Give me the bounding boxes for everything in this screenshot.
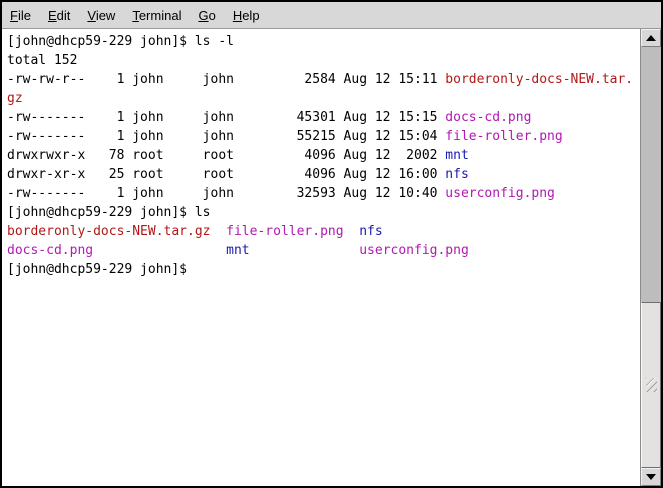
terminal-line: [john@dhcp59-229 john]$ ls	[7, 203, 640, 222]
terminal-text: -rw------- 1 john john 32593 Aug 12 10:4…	[7, 186, 445, 201]
filename-magenta: docs-cd.png	[7, 243, 93, 258]
terminal-line: borderonly-docs-NEW.tar.gz file-roller.p…	[7, 222, 640, 241]
scroll-up-arrow-icon	[646, 35, 656, 41]
menu-file[interactable]: File	[10, 8, 31, 23]
terminal-text	[250, 243, 360, 258]
menu-go[interactable]: Go	[198, 8, 215, 23]
filename-red: borderonly-docs-NEW.tar.	[445, 72, 633, 87]
menu-view[interactable]: View	[87, 8, 115, 23]
terminal-window: File Edit View Terminal Go Help [john@dh…	[0, 0, 663, 488]
terminal-line: drwxrwxr-x 78 root root 4096 Aug 12 2002…	[7, 146, 640, 165]
scrollbar-grip-icon	[646, 378, 657, 392]
scroll-down-button[interactable]	[641, 468, 661, 486]
terminal-line: drwxr-xr-x 25 root root 4096 Aug 12 16:0…	[7, 165, 640, 184]
scroll-down-arrow-icon	[646, 474, 656, 480]
terminal-text	[211, 224, 227, 239]
filename-blue: nfs	[359, 224, 382, 239]
terminal-text: drwxr-xr-x 25 root root 4096 Aug 12 16:0…	[7, 167, 445, 182]
filename-red: borderonly-docs-NEW.tar.gz	[7, 224, 211, 239]
terminal-line: total 152	[7, 51, 640, 70]
window-content: [john@dhcp59-229 john]$ ls -l total 152 -r…	[2, 29, 661, 486]
scrollbar[interactable]	[640, 29, 661, 486]
menu-terminal[interactable]: Terminal	[132, 8, 181, 23]
terminal-line: -rw------- 1 john john 55215 Aug 12 15:0…	[7, 127, 640, 146]
terminal-text	[93, 243, 226, 258]
scrollbar-thumb[interactable]	[641, 302, 661, 468]
terminal-text: -rw------- 1 john john 55215 Aug 12 15:0…	[7, 129, 445, 144]
terminal-text: -rw-rw-r-- 1 john john 2584 Aug 12 15:11	[7, 72, 445, 87]
filename-blue: mnt	[445, 148, 468, 163]
menubar: File Edit View Terminal Go Help	[2, 2, 661, 29]
terminal-text	[344, 224, 360, 239]
filename-magenta: userconfig.png	[445, 186, 555, 201]
menu-help[interactable]: Help	[233, 8, 260, 23]
terminal-text: -rw------- 1 john john 45301 Aug 12 15:1…	[7, 110, 445, 125]
filename-magenta: userconfig.png	[359, 243, 469, 258]
filename-blue: nfs	[445, 167, 468, 182]
terminal-line: [john@dhcp59-229 john]$ ls -l	[7, 32, 640, 51]
terminal-text: total 152	[7, 53, 77, 68]
terminal-line: gz	[7, 89, 640, 108]
terminal-text: drwxrwxr-x 78 root root 4096 Aug 12 2002	[7, 148, 445, 163]
terminal-text: [john@dhcp59-229 john]$ ls -l	[7, 34, 234, 49]
terminal-line: docs-cd.png mnt userconfig.png	[7, 241, 640, 260]
filename-magenta: docs-cd.png	[445, 110, 531, 125]
filename-red: gz	[7, 91, 23, 106]
terminal-line: [john@dhcp59-229 john]$	[7, 260, 640, 279]
filename-blue: mnt	[226, 243, 249, 258]
menu-edit[interactable]: Edit	[48, 8, 70, 23]
terminal-text: [john@dhcp59-229 john]$	[7, 262, 187, 277]
filename-magenta: file-roller.png	[226, 224, 343, 239]
filename-magenta: file-roller.png	[445, 129, 562, 144]
scroll-up-button[interactable]	[641, 29, 661, 47]
terminal-output[interactable]: [john@dhcp59-229 john]$ ls -l total 152 -r…	[2, 29, 640, 486]
terminal-line: -rw-rw-r-- 1 john john 2584 Aug 12 15:11…	[7, 70, 640, 89]
terminal-line: -rw------- 1 john john 45301 Aug 12 15:1…	[7, 108, 640, 127]
terminal-text: [john@dhcp59-229 john]$ ls	[7, 205, 211, 220]
terminal-line: -rw------- 1 john john 32593 Aug 12 10:4…	[7, 184, 640, 203]
